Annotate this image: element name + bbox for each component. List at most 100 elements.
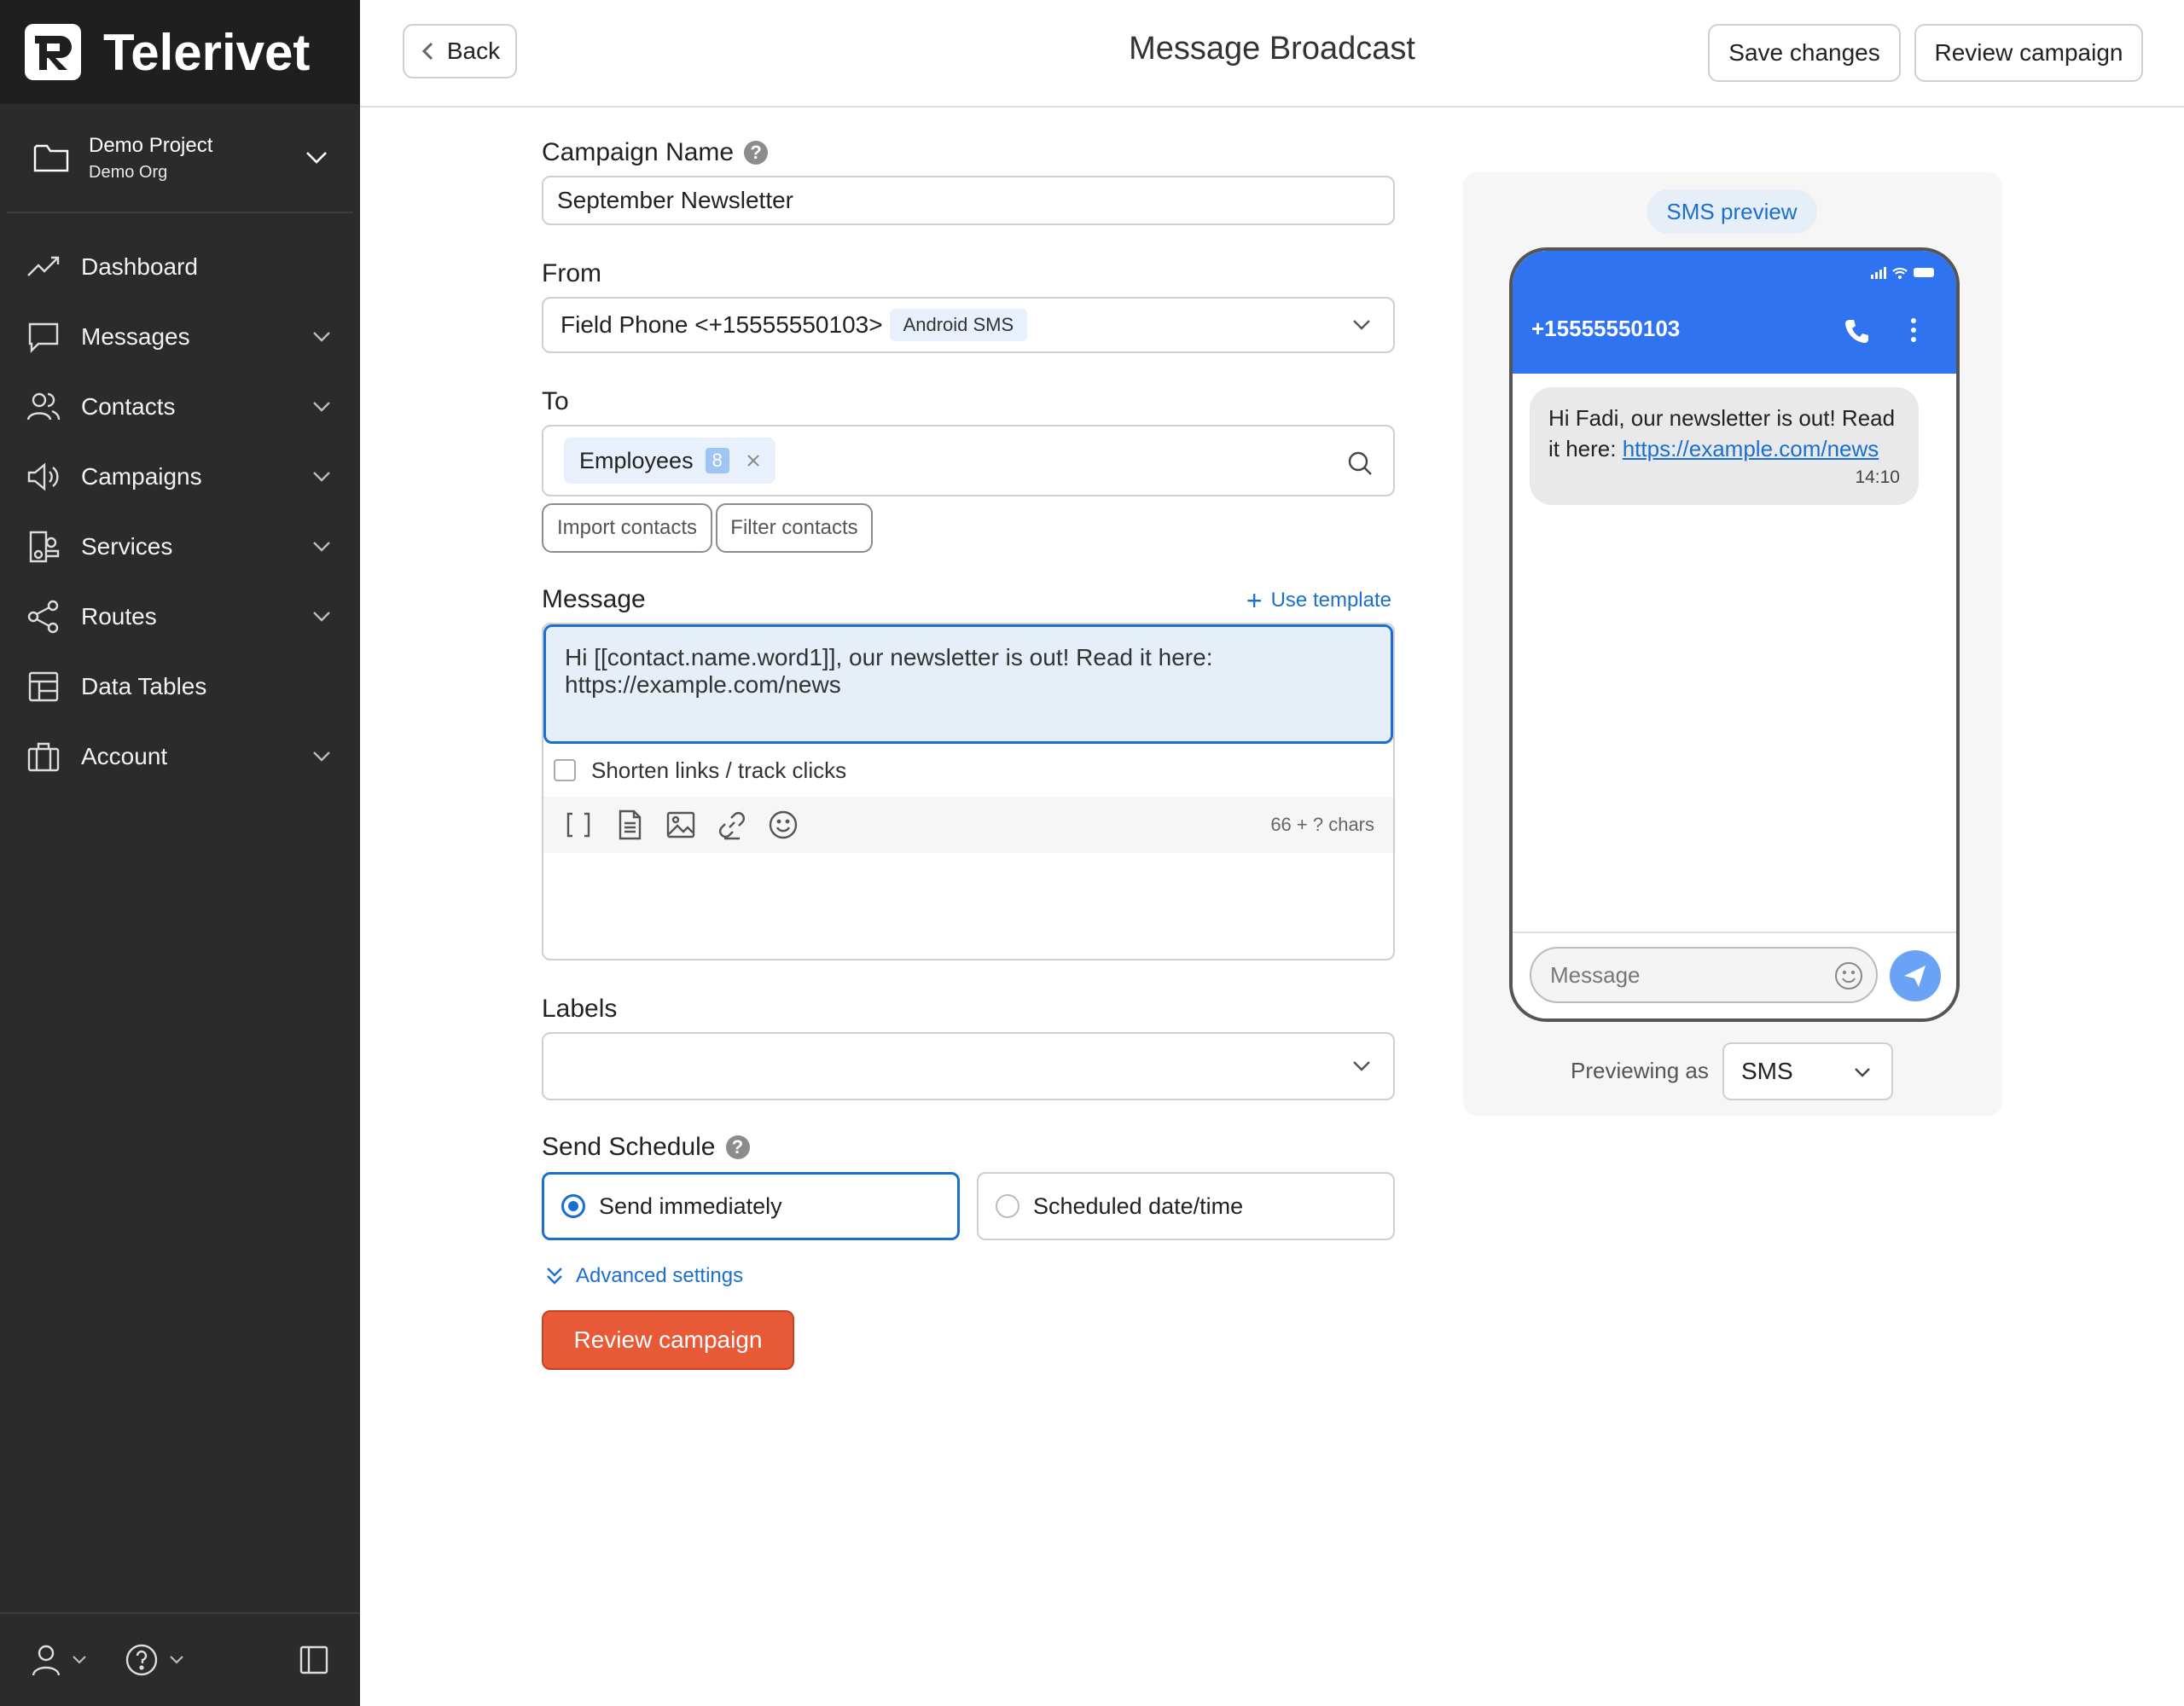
nav-label: Account (81, 743, 168, 769)
help-circle-icon (125, 1644, 158, 1676)
phone-message-input: Message (1530, 947, 1878, 1003)
to-label: To (542, 387, 569, 415)
nav-item-services[interactable]: Services (0, 512, 360, 582)
status-bar-icons (1871, 267, 1934, 279)
emoji-icon[interactable] (767, 809, 799, 841)
message-textarea[interactable]: Hi [[contact.name.word1]], our newslette… (543, 624, 1393, 744)
logo[interactable]: Telerivet (0, 0, 360, 104)
phone-compose-bar: Message (1513, 931, 1956, 1018)
route-type-badge: Android SMS (889, 309, 1028, 341)
sidebar-toggle-icon[interactable] (299, 1645, 329, 1675)
double-chevron-down-icon (547, 1268, 562, 1285)
campaign-name-label: Campaign Name ? (542, 138, 769, 167)
page-title: Message Broadcast (1129, 31, 1415, 67)
chevron-down-icon (1353, 1061, 1370, 1071)
labels-select[interactable] (542, 1032, 1395, 1100)
nav-item-data-tables[interactable]: Data Tables (0, 652, 360, 722)
chevron-down-icon (1353, 320, 1370, 330)
from-select[interactable]: Field Phone <+15555550103> Android SMS (542, 297, 1395, 353)
save-changes-button[interactable]: Save changes (1708, 24, 1901, 82)
remove-chip-icon[interactable] (746, 454, 760, 467)
campaign-name-label-text: Campaign Name (542, 138, 735, 166)
chip-label: Employees (579, 447, 694, 473)
chevron-down-icon (1855, 1068, 1870, 1077)
review-campaign-button[interactable]: Review campaign (542, 1310, 794, 1370)
filter-contacts-button[interactable]: Filter contacts (716, 503, 873, 553)
nav-item-account[interactable]: Account (0, 722, 360, 792)
project-name: Demo Project (89, 133, 213, 157)
send-immediately-option[interactable]: Send immediately (542, 1172, 960, 1240)
chevron-down-icon (313, 402, 330, 412)
nav-item-dashboard[interactable]: Dashboard (0, 232, 360, 302)
send-schedule-label-text: Send Schedule (542, 1133, 716, 1161)
people-icon (26, 392, 61, 421)
preview-format-select[interactable]: SMS (1722, 1042, 1893, 1100)
table-icon (28, 671, 59, 702)
user-icon (32, 1645, 61, 1676)
recipient-chip[interactable]: Employees 8 (564, 438, 775, 484)
trend-icon (27, 256, 60, 276)
project-switcher[interactable]: Demo Project Demo Org (7, 104, 353, 213)
shorten-links-option[interactable]: Shorten links / track clicks (543, 744, 1393, 797)
chevron-down-icon (313, 751, 330, 762)
campaign-name-input[interactable]: September Newsletter (542, 176, 1395, 225)
phone-number: +15555550103 (1531, 316, 1681, 341)
nav-label: Services (81, 533, 173, 560)
back-button[interactable]: Back (403, 24, 517, 78)
message-label: Message (542, 585, 646, 613)
help-menu[interactable] (125, 1643, 184, 1677)
services-icon (29, 531, 60, 563)
recipients-input[interactable]: Employees 8 (542, 425, 1395, 496)
nav-item-routes[interactable]: Routes (0, 582, 360, 652)
org-name: Demo Org (89, 162, 168, 182)
char-count: 66 + ? chars (1270, 814, 1374, 835)
radio-unselected[interactable] (996, 1194, 1019, 1218)
top-header: Message Broadcast Back Save changes Revi… (360, 0, 2184, 107)
import-contacts-button[interactable]: Import contacts (542, 503, 712, 553)
review-campaign-header-button[interactable]: Review campaign (1914, 24, 2143, 82)
image-icon[interactable] (665, 809, 697, 841)
help-icon[interactable]: ? (744, 141, 769, 165)
from-value: Field Phone <+15555550103> (561, 311, 883, 338)
folder-icon (33, 144, 69, 172)
bubble-link[interactable]: https://example.com/news (1623, 436, 1879, 461)
send-immediately-label: Send immediately (599, 1192, 782, 1219)
nav-item-messages[interactable]: Messages (0, 302, 360, 372)
emoji-icon (1835, 962, 1862, 989)
send-schedule-label: Send Schedule ? (542, 1133, 750, 1162)
user-menu[interactable] (31, 1643, 87, 1677)
nav-item-contacts[interactable]: Contacts (0, 372, 360, 442)
link-icon[interactable] (716, 809, 748, 841)
nav-label: Dashboard (81, 253, 198, 280)
message-editor: Hi [[contact.name.word1]], our newslette… (542, 623, 1395, 960)
chevron-down-icon (313, 542, 330, 552)
main-nav: Dashboard Messages Contacts Campaigns Se… (0, 213, 360, 792)
preview-format-value: SMS (1741, 1058, 1793, 1084)
chevron-down-icon (313, 472, 330, 482)
send-icon (1904, 966, 1926, 987)
chevron-down-icon (313, 332, 330, 342)
advanced-settings-link[interactable]: Advanced settings (545, 1264, 743, 1288)
chevron-down-icon (73, 1656, 86, 1664)
telerivet-logo-icon (25, 24, 81, 80)
previewing-as-label: Previewing as (1571, 1058, 1709, 1083)
help-icon[interactable]: ? (725, 1135, 750, 1159)
from-label: From (542, 259, 601, 287)
nav-label: Data Tables (81, 673, 207, 699)
nav-item-campaigns[interactable]: Campaigns (0, 442, 360, 512)
phone-header: +15555550103 (1513, 251, 1956, 374)
variable-brackets-icon[interactable] (562, 809, 595, 841)
radio-selected[interactable] (561, 1194, 585, 1218)
shorten-links-checkbox[interactable] (554, 759, 576, 781)
nav-label: Messages (81, 323, 190, 350)
document-icon[interactable] (613, 809, 646, 841)
labels-label: Labels (542, 995, 618, 1023)
phone-input-placeholder: Message (1550, 961, 1641, 988)
scheduled-option[interactable]: Scheduled date/time (977, 1172, 1395, 1240)
nav-label: Campaigns (81, 463, 202, 490)
chevron-down-icon (306, 152, 327, 164)
search-icon[interactable] (1347, 450, 1373, 476)
preview-badge: SMS preview (1647, 189, 1817, 234)
use-template-link[interactable]: + Use template (1246, 587, 1391, 614)
scheduled-label: Scheduled date/time (1033, 1192, 1244, 1219)
